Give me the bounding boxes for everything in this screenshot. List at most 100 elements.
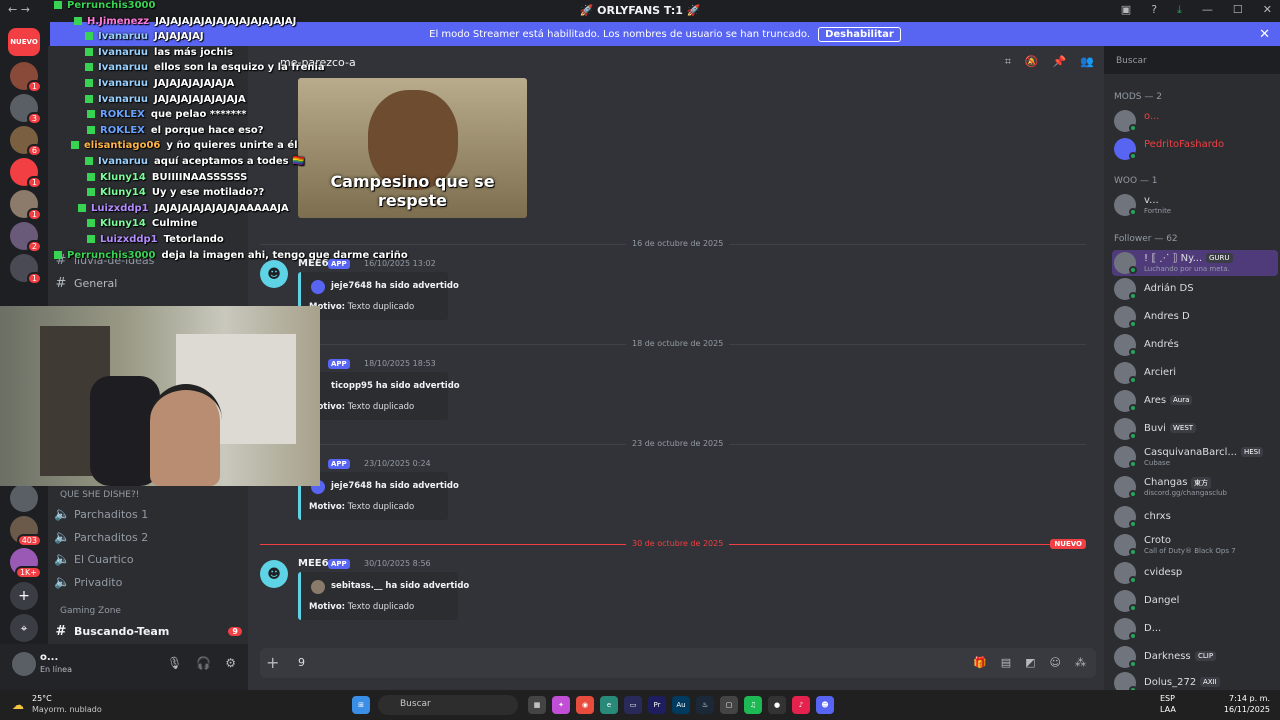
copilot-icon[interactable]: ✦ — [552, 696, 570, 714]
member-item[interactable]: Adrián DS — [1112, 276, 1278, 302]
settings-gear-icon[interactable]: ⚙ — [225, 656, 236, 670]
chrome-icon[interactable]: ◉ — [576, 696, 594, 714]
discord-icon — [311, 280, 325, 294]
message-composer[interactable]: + 9 🎁 ▤ ◩ ☺ ⁂ — [260, 648, 1096, 678]
message: ☻ MEE6 APP 16/10/2025 13:02 jeje7648 ha … — [260, 258, 760, 328]
threads-icon[interactable]: ⌗ — [1005, 55, 1011, 69]
disable-streamer-button[interactable]: Deshabilitar — [818, 26, 901, 42]
server-icon[interactable]: 1 — [10, 62, 42, 93]
webcam-overlay — [0, 306, 320, 486]
server-icon[interactable]: 1 — [10, 190, 42, 221]
channel-buscando-team[interactable]: # Buscando-Team 9 — [54, 621, 242, 641]
emoji-icon[interactable]: ☺ — [1050, 656, 1061, 669]
sticker-icon[interactable]: ◩ — [1025, 656, 1035, 669]
channel-header: me-parezco-a ⌗ 🔕 📌 👥 — [248, 50, 1104, 74]
discord-taskbar-icon[interactable]: ☻ — [816, 696, 834, 714]
server-icon[interactable]: 1 — [10, 158, 42, 189]
bot-avatar[interactable]: ☻ — [260, 560, 288, 588]
maximize-icon[interactable]: ☐ — [1233, 3, 1243, 17]
premiere-icon[interactable]: Pr — [648, 696, 666, 714]
taskbar-search[interactable]: Buscar — [378, 695, 518, 715]
channel-general[interactable]: # General — [54, 273, 242, 293]
meme-image[interactable]: Campesino que se respete — [298, 78, 527, 218]
gift-icon[interactable]: 🎁 — [973, 656, 987, 669]
category-que-she-dishe[interactable]: QUE SHE DISHE?! — [60, 490, 139, 500]
member-item[interactable]: Croto Call of Duty® Black Ops 7 — [1112, 532, 1278, 558]
folder-icon[interactable]: ▭ — [624, 696, 642, 714]
spotify-icon[interactable]: ♫ — [744, 696, 762, 714]
obs-icon[interactable]: ● — [768, 696, 786, 714]
user-name: o... — [40, 652, 59, 663]
window-controls: ▣ ? ⤓ — ☐ ✕ — [1121, 3, 1272, 17]
member-item[interactable]: chrxs — [1112, 504, 1278, 530]
headphones-icon[interactable]: 🎧 — [196, 656, 211, 670]
member-item[interactable]: Dangel — [1112, 588, 1278, 614]
server-icon[interactable]: 1K+ — [10, 548, 42, 579]
app-icon[interactable]: ▢ — [720, 696, 738, 714]
add-attachment-icon[interactable]: + — [266, 653, 279, 672]
discover-icon[interactable]: ⌖ — [10, 614, 38, 642]
tiktok-icon[interactable]: ♪ — [792, 696, 810, 714]
hash-icon: # — [55, 275, 67, 291]
banner-close-icon[interactable]: ✕ — [1259, 27, 1270, 42]
audition-icon[interactable]: Au — [672, 696, 690, 714]
edge-icon[interactable]: e — [600, 696, 618, 714]
message-author[interactable]: MEE6 — [298, 258, 329, 269]
member-item[interactable]: CasquivanaBarcl... Cubase HESI — [1112, 444, 1278, 470]
server-icon[interactable] — [10, 484, 38, 512]
member-item[interactable]: Changas discord.gg/changasclub 東方 — [1112, 474, 1278, 500]
member-item[interactable]: Arcieri — [1112, 360, 1278, 386]
bot-avatar[interactable]: ☻ — [260, 260, 288, 288]
voice-channel-privadito[interactable]: 🔈 Privadito — [54, 572, 242, 592]
member-item[interactable]: Dolus_272 AXII — [1112, 670, 1278, 690]
pin-icon[interactable]: 📌 — [1053, 55, 1067, 69]
download-icon[interactable]: ⤓ — [1177, 3, 1182, 17]
steam-icon[interactable]: ♨ — [696, 696, 714, 714]
voice-channel-parchaditos-1[interactable]: 🔈 Parchaditos 1 — [54, 504, 242, 524]
member-item[interactable]: D... — [1112, 616, 1278, 642]
member-item[interactable]: Ares Aura — [1112, 388, 1278, 414]
message-author[interactable]: MEE6 — [298, 558, 329, 569]
member-item[interactable]: PedritoFashardo — [1112, 136, 1278, 162]
search-input[interactable]: Buscar — [1110, 53, 1274, 71]
inbox-icon[interactable]: ▣ — [1121, 3, 1131, 17]
message-input[interactable]: 9 — [298, 656, 305, 669]
member-item[interactable]: o... — [1112, 108, 1278, 134]
add-server-icon[interactable]: + — [10, 582, 38, 610]
member-list: MODS — 2 o... PedritoFashardo WOO — 1 v.… — [1104, 74, 1280, 690]
close-window-icon[interactable]: ✕ — [1263, 3, 1272, 17]
message-time: 16/10/2025 13:02 — [364, 259, 436, 268]
mute-bell-icon[interactable]: 🔕 — [1025, 55, 1039, 69]
start-icon[interactable]: ⊞ — [352, 696, 370, 714]
server-icon[interactable]: 3 — [10, 94, 42, 125]
members-icon[interactable]: 👥 — [1080, 55, 1094, 69]
language-indicator[interactable]: ESP LAA — [1160, 693, 1176, 715]
server-icon[interactable]: 6 — [10, 126, 42, 157]
voice-channel-parchaditos-2[interactable]: 🔈 Parchaditos 2 — [54, 527, 242, 547]
server-icon[interactable]: 2 — [10, 222, 42, 253]
new-server-badge[interactable]: NUEVO — [8, 28, 40, 56]
clock[interactable]: 7:14 p. m. 16/11/2025 — [1224, 693, 1270, 715]
avatar[interactable] — [12, 652, 36, 676]
minimize-icon[interactable]: — — [1202, 3, 1213, 17]
microphone-icon[interactable]: 🎙 — [167, 656, 182, 670]
member-item[interactable]: ! ⟦ ⋰ ⟧ Ny... Luchando por una meta. GURU — [1112, 250, 1278, 276]
channel-lluvia-de-ideas[interactable]: # lluvia-de-ideas — [54, 250, 242, 270]
voice-channel-el-cuartico[interactable]: 🔈 El Cuartico — [54, 549, 242, 569]
member-item[interactable]: cvidesp — [1112, 560, 1278, 586]
member-item[interactable]: v... Fortnite — [1112, 192, 1278, 218]
speaker-icon: 🔈 — [54, 506, 71, 522]
message-time: 30/10/2025 8:56 — [364, 559, 431, 568]
member-item[interactable]: Darkness CLIP — [1112, 644, 1278, 670]
server-icon[interactable]: 403 — [10, 516, 42, 547]
help-icon[interactable]: ? — [1151, 3, 1157, 17]
server-icon[interactable]: 1 — [10, 254, 42, 285]
date-divider: 23 de octubre de 2025 — [260, 439, 1086, 448]
apps-icon[interactable]: ⁂ — [1075, 656, 1086, 669]
member-item[interactable]: Andres D — [1112, 304, 1278, 330]
task-view-icon[interactable]: ▦ — [528, 696, 546, 714]
member-item[interactable]: Buvi WEST — [1112, 416, 1278, 442]
member-item[interactable]: Andrés — [1112, 332, 1278, 358]
gif-icon[interactable]: ▤ — [1001, 656, 1011, 669]
category-gaming-zone[interactable]: Gaming Zone — [60, 606, 121, 616]
